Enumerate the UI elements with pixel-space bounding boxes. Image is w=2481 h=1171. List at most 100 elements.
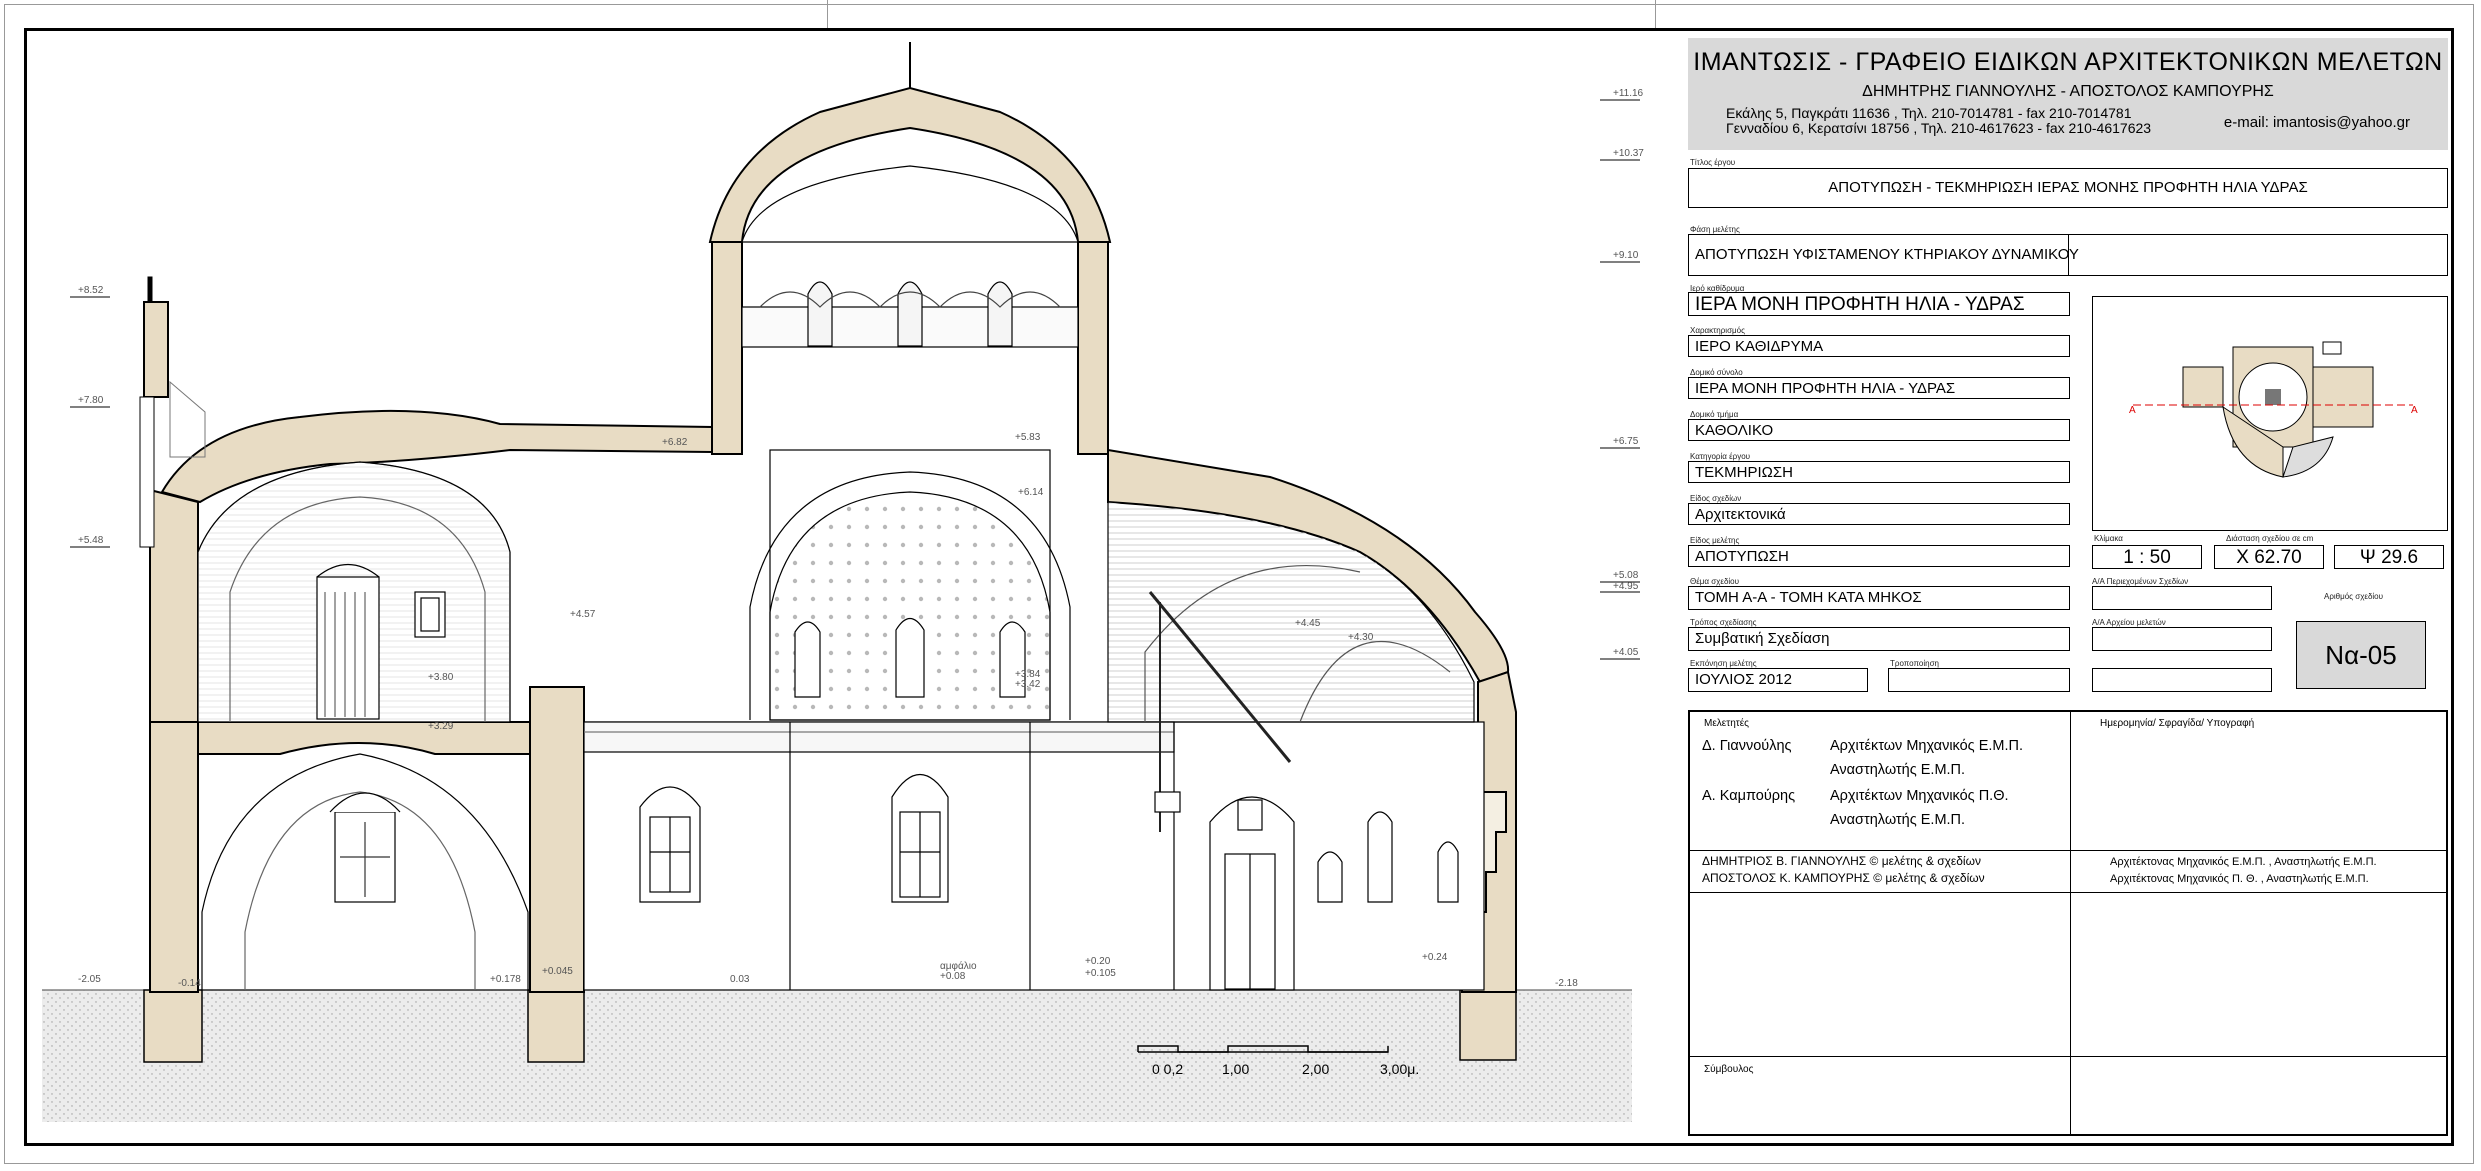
- drawing-type-field: Αρχιτεκτονικά: [1688, 503, 2070, 525]
- office-email: e-mail: imantosis@yahoo.gr: [2223, 114, 2410, 131]
- level-mark: +9.10: [1613, 250, 1639, 261]
- field-label: Τρόπος σχεδίασης: [1690, 618, 1757, 627]
- office-partners: ΔΗΜΗΤΡΗΣ ΓΙΑΝΝΟΥΛΗΣ - ΑΠΟΣΤΟΛΟΣ ΚΑΜΠΟΥΡΗ…: [1862, 83, 2274, 100]
- method-field: Συμβατική Σχεδίαση: [1688, 627, 2070, 651]
- advisor-label: Σύμβουλος: [1704, 1064, 1754, 1075]
- level-mark: +4.57: [570, 609, 596, 620]
- contained-field: [2092, 586, 2272, 610]
- level-mark: -2.18: [1555, 978, 1578, 989]
- complex-field: ΙΕΡΑ ΜΟΝΗ ΠΡΟΦΗΤΗ ΗΛΙΑ - ΥΔΡΑΣ: [1688, 377, 2070, 399]
- level-mark: +0.20: [1085, 956, 1111, 967]
- level-mark: +0.045: [542, 966, 573, 977]
- level-mark: -2.05: [78, 974, 101, 985]
- study-type-field: ΑΠΟΤΥΠΩΣΗ: [1688, 545, 2070, 567]
- issue-field: ΙΟΥΛΙΟΣ 2012: [1688, 668, 1868, 692]
- svg-text:A: A: [2411, 405, 2418, 416]
- office-name: ΙΜΑΝΤΩΣΙΣ - ΓΡΑΦΕΙΟ ΕΙΔΙΚΩΝ ΑΡΧΙΤΕΚΤΟΝΙΚ…: [1693, 48, 2443, 76]
- scale-label: 0 0,2: [1152, 1061, 1183, 1077]
- office-header: ΙΜΑΝΤΩΣΙΣ - ΓΡΑΦΕΙΟ ΕΙΔΙΚΩΝ ΑΡΧΙΤΕΚΤΟΝΙΚ…: [1688, 38, 2448, 150]
- level-mark: +6.82: [662, 437, 688, 448]
- level-mark: +0.105: [1085, 968, 1116, 979]
- level-mark: +5.48: [78, 535, 104, 546]
- date-label: Ημερομηνία/ Σφραγίδα/ Υπογραφή: [2100, 718, 2255, 729]
- level-mark: +11.16: [1613, 88, 1644, 99]
- archive-field: [2092, 627, 2272, 651]
- blank-field: [2092, 668, 2272, 692]
- fold-mark: [1655, 0, 1656, 28]
- level-mark: +4.05: [1613, 647, 1639, 658]
- scale-label: 1,00: [1222, 1061, 1249, 1077]
- level-mark: +6.14: [1018, 487, 1044, 498]
- drawing-number: Να-05: [2296, 621, 2426, 689]
- field-label: Τροποποίηση: [1890, 659, 1939, 668]
- field-label: Θέμα σχεδίου: [1690, 577, 1740, 586]
- authors-label: Μελετητές: [1704, 718, 1749, 729]
- level-mark: +8.52: [78, 285, 104, 296]
- copyright-role: Αρχιτέκτονας Μηχανικός Π. Θ. , Αναστηλωτ…: [2110, 873, 2369, 885]
- field-label: Κατηγορία έργου: [1690, 452, 1751, 461]
- level-mark: +0.178: [490, 974, 521, 985]
- part-field: ΚΑΘΟΛΙΚΟ: [1688, 419, 2070, 441]
- field-label: Δομικό τμήμα: [1690, 410, 1739, 419]
- left-lower-room: [201, 753, 529, 991]
- dim-x-field: Χ 62.70: [2214, 545, 2324, 569]
- author-name: Δ. Γιαννούλης: [1702, 738, 1792, 754]
- divider: [1690, 892, 2446, 893]
- field-label: Κλίμακα: [2094, 534, 2123, 543]
- field-label: Είδος μελέτης: [1690, 536, 1740, 545]
- level-mark: +3.80: [428, 672, 454, 683]
- level-mark: -0.14: [178, 978, 201, 989]
- category-field: ΤΕΚΜΗΡΙΩΣΗ: [1688, 461, 2070, 483]
- key-plan-image: A A: [2129, 341, 2418, 478]
- level-mark: +5.08: [1613, 570, 1639, 581]
- revision-field: [1888, 668, 2070, 692]
- scale-label: 3,00μ.: [1380, 1061, 1419, 1077]
- level-mark: +0.24: [1422, 952, 1448, 963]
- level-mark: +4.95: [1613, 581, 1639, 592]
- scale-label: 2,00: [1302, 1061, 1329, 1077]
- author-role: Αναστηλωτής Ε.Μ.Π.: [1830, 762, 1966, 778]
- left-vault: [197, 461, 511, 723]
- copyright-line: ΔΗΜΗΤΡΙΟΣ Β. ΓΙΑΝΝΟΥΛΗΣ © μελέτης & σχεδ…: [1702, 854, 1981, 868]
- fold-mark: [827, 0, 828, 28]
- nave-wall: [583, 721, 1485, 991]
- author-role: Αναστηλωτής Ε.Μ.Π.: [1830, 812, 1966, 828]
- address-line: Γενναδίου 6, Κερατσίνι 18756 , Τηλ. 210-…: [1726, 120, 2152, 136]
- field-label: Διάσταση σχεδίου σε cm: [2226, 534, 2314, 543]
- key-plan: A A: [2092, 296, 2448, 531]
- svg-text:A: A: [2129, 405, 2136, 416]
- section-drawing: +11.16 +10.37 +9.10 +6.75 +5.08 +4.95 +4…: [42, 42, 1644, 1122]
- subject-field: ΤΟΜΗ Α-Α - ΤΟΜΗ ΚΑΤΑ ΜΗΚΟΣ: [1688, 586, 2070, 610]
- copyright-role: Αρχιτέκτονας Μηχανικός Ε.Μ.Π. , Αναστηλω…: [2110, 856, 2377, 868]
- divider: [1690, 1056, 2446, 1057]
- field-label: Α/Α Περιεχομένων Σχεδίων: [2092, 577, 2189, 586]
- copyright-line: ΑΠΟΣΤΟΛΟΣ Κ. ΚΑΜΠΟΥΡΗΣ © μελέτης & σχεδί…: [1702, 871, 1985, 885]
- signature-panel: Μελετητές Ημερομηνία/ Σφραγίδα/ Υπογραφή…: [1688, 710, 2448, 1136]
- field-label: Τίτλος έργου: [1690, 158, 1736, 167]
- field-label: Φάση μελέτης: [1690, 225, 1740, 234]
- ground-hatch: [42, 990, 1632, 1122]
- foundation-field: ΙΕΡΑ ΜΟΝΗ ΠΡΟΦΗΤΗ ΗΛΙΑ - ΥΔΡΑΣ: [1688, 292, 2070, 316]
- field-label: Εκπόνηση μελέτης: [1690, 659, 1757, 668]
- level-mark: +10.37: [1613, 148, 1644, 159]
- level-mark: +5.83: [1015, 432, 1041, 443]
- divider: [2068, 234, 2069, 276]
- scale-field: 1 : 50: [2092, 545, 2202, 569]
- title-block: ΙΜΑΝΤΩΣΙΣ - ΓΡΑΦΕΙΟ ΕΙΔΙΚΩΝ ΑΡΧΙΤΕΚΤΟΝΙΚ…: [1688, 38, 2448, 1138]
- level-mark: +3.29: [428, 721, 454, 732]
- project-title-field: ΑΠΟΤΥΠΩΣΗ - ΤΕΚΜΗΡΙΩΣΗ ΙΕΡΑΣ ΜΟΝΗΣ ΠΡΟΦΗ…: [1688, 168, 2448, 208]
- office-address: Εκάλης 5, Παγκράτι 11636 , Τηλ. 210-7014…: [1726, 106, 2151, 136]
- field-label: Αριθμός σχεδίου: [2324, 592, 2384, 601]
- level-mark: 0.03: [730, 974, 750, 985]
- level-mark: +4.45: [1295, 618, 1321, 629]
- level-mark: +3.42: [1015, 679, 1041, 690]
- character-field: ΙΕΡΟ ΚΑΘΙΔΡΥΜΑ: [1688, 335, 2070, 357]
- field-label: Δομικό σύνολο: [1690, 368, 1743, 377]
- author-name: Α. Καμπούρης: [1702, 788, 1796, 804]
- floor-level: +0.08: [940, 971, 966, 982]
- field-label: Α/Α Αρχείου μελετών: [2092, 618, 2166, 627]
- dim-y-field: Ψ 29.6: [2334, 545, 2444, 569]
- level-mark: +6.75: [1613, 436, 1639, 447]
- divider: [1690, 850, 2446, 851]
- drum: [741, 165, 1079, 348]
